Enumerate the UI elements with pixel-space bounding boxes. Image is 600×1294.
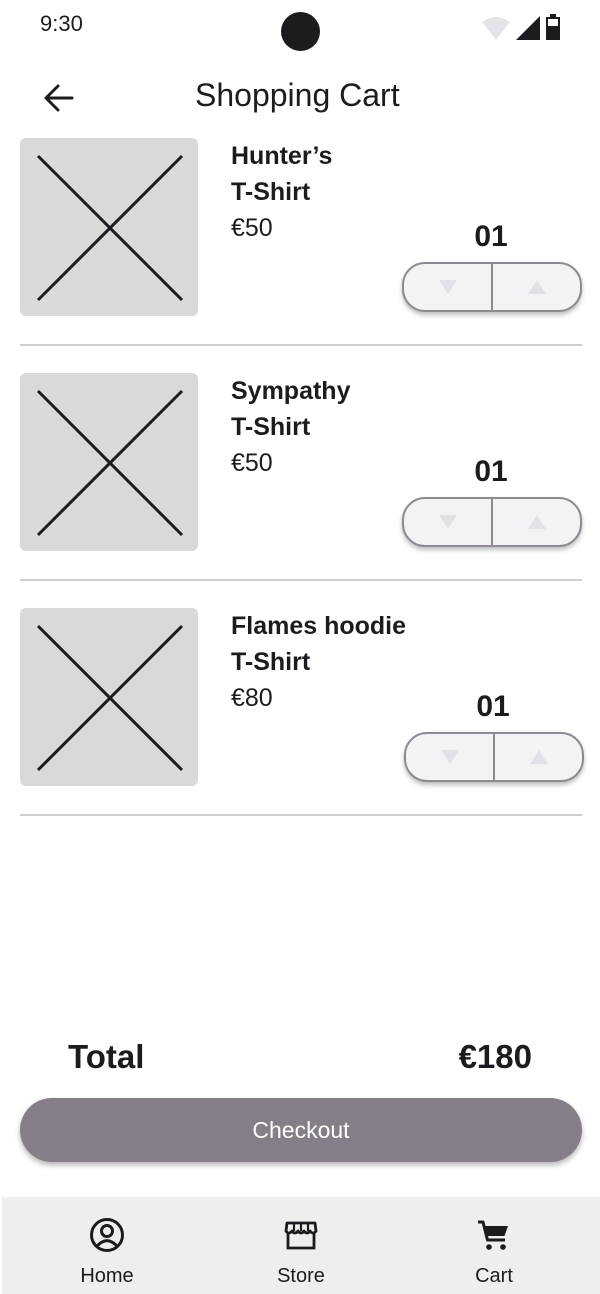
wifi-icon	[482, 17, 510, 40]
product-price: €50	[231, 449, 273, 477]
app-bar: Shopping Cart	[0, 64, 600, 130]
nav-label-cart: Cart	[475, 1265, 513, 1287]
quantity-stepper	[402, 497, 582, 547]
nav-label-store: Store	[277, 1265, 325, 1287]
status-time: 9:30	[40, 11, 83, 36]
bottom-navigation: Home Store Cart	[2, 1197, 600, 1294]
triangle-down-icon	[438, 280, 457, 294]
quantity-value: 01	[474, 220, 508, 253]
account-circle-icon	[90, 1218, 124, 1252]
cart-item: Hunter’s T-Shirt €50 01	[0, 138, 600, 338]
increase-quantity-button[interactable]	[493, 499, 580, 545]
decrease-quantity-button[interactable]	[404, 499, 491, 545]
cart-item: Sympathy T-Shirt €50 01	[0, 373, 600, 573]
product-price: €80	[231, 684, 273, 712]
total-value: €180	[458, 1038, 532, 1075]
nav-item-home[interactable]: Home	[47, 1197, 167, 1294]
divider	[20, 814, 582, 816]
camera-cutout	[281, 12, 320, 51]
arrow-left-icon	[44, 84, 74, 112]
store-icon	[284, 1221, 318, 1250]
decrease-quantity-button[interactable]	[404, 264, 491, 310]
quantity-stepper	[402, 262, 582, 312]
page-title: Shopping Cart	[195, 77, 400, 113]
divider	[20, 579, 582, 581]
product-name: Hunter’s	[231, 142, 333, 170]
nav-item-store[interactable]: Store	[241, 1197, 361, 1294]
product-image-placeholder	[20, 608, 198, 786]
product-type: T-Shirt	[231, 648, 311, 676]
checkout-button[interactable]: Checkout	[20, 1098, 582, 1162]
nav-label-home: Home	[80, 1265, 134, 1287]
battery-icon	[546, 14, 560, 40]
product-name: Flames hoodie	[231, 612, 407, 640]
decrease-quantity-button[interactable]	[406, 734, 493, 780]
nav-item-cart[interactable]: Cart	[434, 1197, 554, 1294]
triangle-down-icon	[440, 750, 459, 764]
quantity-value: 01	[474, 455, 508, 488]
quantity-stepper	[404, 732, 584, 782]
quantity-value: 01	[476, 690, 510, 723]
product-image-placeholder	[20, 373, 198, 551]
signal-icon	[516, 16, 540, 40]
cart-icon	[478, 1220, 508, 1250]
triangle-up-icon	[527, 515, 546, 529]
cart-item: Flames hoodie T-Shirt €80 01	[0, 608, 600, 808]
product-type: T-Shirt	[231, 178, 311, 206]
product-name: Sympathy	[231, 377, 351, 405]
product-type: T-Shirt	[231, 413, 311, 441]
triangle-down-icon	[438, 515, 457, 529]
triangle-up-icon	[527, 280, 546, 294]
status-bar: 9:30	[0, 0, 600, 56]
product-image-placeholder	[20, 138, 198, 316]
triangle-up-icon	[529, 750, 548, 764]
back-button[interactable]	[36, 78, 84, 118]
product-price: €50	[231, 214, 273, 242]
increase-quantity-button[interactable]	[495, 734, 582, 780]
divider	[20, 344, 582, 346]
total-label: Total	[68, 1038, 145, 1075]
increase-quantity-button[interactable]	[493, 264, 580, 310]
